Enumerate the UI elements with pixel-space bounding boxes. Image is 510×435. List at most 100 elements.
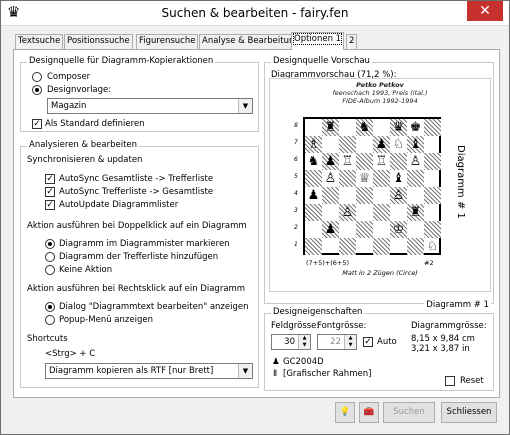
shortcut-select[interactable]: Diagramm kopieren als RTF [nur Brett] ▼ [45, 363, 253, 379]
auto-checkbox[interactable]: ✓ [363, 337, 373, 347]
chess-piece: ♜ [324, 120, 337, 135]
designquelle-group: Designquelle für Diagramm-Kopieraktionen… [20, 56, 259, 132]
fontgroesse-spinner[interactable]: 22 ▲ ▼ [317, 334, 357, 350]
chess-piece: ♔ [392, 222, 405, 237]
diagrammgroesse-label: Diagrammgrösse: [411, 321, 487, 331]
board-square [373, 221, 390, 238]
rank-label: 3 [294, 207, 298, 214]
rank-label: 7 [294, 139, 298, 146]
size-in: 3,21 x 3,87 in [411, 344, 470, 354]
autoupdate-checkbox[interactable]: ✓ [45, 200, 55, 210]
board-square [373, 170, 390, 187]
spinner-arrows-icon[interactable]: ▲ ▼ [298, 335, 310, 349]
window-title: Suchen & bearbeiten - fairy.fen [161, 6, 349, 20]
diagram-preview: Petko Petkov feenschach 1993, Preis (ita… [269, 78, 491, 292]
rank-label: 1 [294, 241, 298, 248]
board-square [424, 136, 441, 153]
board-square [356, 238, 373, 255]
title-bar: ♛ Suchen & bearbeiten - fairy.fen ✕ [1, 1, 509, 26]
board-square [373, 238, 390, 255]
close-button[interactable]: ✕ [467, 1, 503, 21]
shortcuts-heading: Shortcuts [27, 334, 68, 344]
board-square [390, 238, 407, 255]
analysieren-title: Analysieren & bearbeiten [27, 140, 140, 150]
chevron-down-icon: ▼ [238, 99, 252, 113]
tab-optionen-1[interactable]: Optionen 1 [291, 32, 345, 50]
right-heading: Aktion ausführen bei Rechtsklick auf ein… [27, 284, 246, 294]
board-square [305, 221, 322, 238]
board-square [373, 119, 390, 136]
dbl-opt2-label: Diagramm der Trefferliste hinzufügen [59, 252, 219, 262]
tab-figurensuche[interactable]: Figurensuche [136, 34, 199, 49]
sync-heading: Synchronisieren & updaten [27, 155, 143, 165]
board-square [424, 170, 441, 187]
dbl-opt3-radio[interactable] [45, 265, 55, 275]
template-select[interactable]: Magazin ▼ [47, 98, 253, 114]
tab-textsuche[interactable]: Textsuche [15, 34, 64, 49]
default-label: Als Standard definieren [45, 119, 145, 129]
analysieren-group: Analysieren & bearbeiten Synchronisieren… [20, 140, 259, 388]
board-square [322, 136, 339, 153]
board-square [390, 153, 407, 170]
board-square [356, 153, 373, 170]
dialog-window: ♛ Suchen & bearbeiten - fairy.fen ✕ Text… [0, 0, 510, 435]
board-square [356, 204, 373, 221]
reset-checkbox[interactable] [445, 376, 455, 386]
rank-label: 4 [294, 190, 298, 197]
board-square [373, 187, 390, 204]
chess-piece: ♘ [426, 239, 439, 254]
rank-label: 5 [294, 173, 298, 180]
close-dialog-button[interactable]: Schliessen [441, 402, 497, 423]
designvorlage-radio[interactable] [32, 85, 42, 95]
board-square [305, 238, 322, 255]
autosync2-checkbox[interactable]: ✓ [45, 187, 55, 197]
dbl-opt1-radio[interactable] [45, 239, 55, 249]
template-select-value: Magazin [51, 101, 87, 111]
board-square [339, 119, 356, 136]
chess-piece: ♖ [341, 154, 354, 169]
chess-piece: ♟ [324, 154, 337, 169]
chess-piece: ♝ [409, 137, 422, 152]
search-button[interactable]: Suchen [383, 402, 435, 423]
board-square [322, 204, 339, 221]
dbl-opt2-radio[interactable] [45, 252, 55, 262]
rank-label: 2 [294, 224, 298, 231]
board-square [356, 221, 373, 238]
toolbox-icon-button[interactable]: 🧰 [359, 402, 379, 423]
eigenschaften-title: Designeigenschaften [271, 307, 365, 317]
board-square [424, 119, 441, 136]
feldgroesse-label: Feldgrösse: [271, 321, 320, 331]
help-icon-button[interactable]: 💡 [335, 402, 355, 423]
right-opt1-radio[interactable] [45, 302, 55, 312]
board-square [305, 119, 322, 136]
board-square [407, 238, 424, 255]
tab-analyse-bearbeitung[interactable]: Analyse & Bearbeitung [199, 34, 303, 49]
spinner-arrows-icon[interactable]: ▲ ▼ [344, 335, 356, 349]
autosync1-checkbox[interactable]: ✓ [45, 174, 55, 184]
default-checkbox[interactable]: ✓ [32, 119, 42, 129]
dbl-heading: Aktion ausführen bei Doppelklick auf ein… [27, 221, 247, 231]
chess-piece: ♙ [341, 205, 354, 220]
dbl-opt1-label: Diagramm im Diagrammister markieren [59, 239, 230, 249]
preview-stipulation: Matt in 2 Zügen (Circe) [342, 269, 418, 277]
board-square [356, 136, 373, 153]
shortcut-key: <Strg> + C [45, 349, 96, 359]
right-opt2-radio[interactable] [45, 315, 55, 325]
feldgroesse-spinner[interactable]: 30 ▲ ▼ [271, 334, 311, 350]
right-opt2-label: Popup-Menü anzeigen [59, 315, 153, 325]
board-square [322, 187, 339, 204]
chess-piece: ♞ [307, 154, 320, 169]
tab-positionssuche[interactable]: Positionssuche [64, 34, 133, 49]
frame-name: [Grafischer Rahmen] [283, 369, 372, 379]
board-square [339, 221, 356, 238]
fontgroesse-label: Fontgrösse: [317, 321, 367, 331]
frame-icon: Ⅱ [273, 369, 278, 379]
preview-stipulation-mark: #2 [424, 259, 434, 267]
composer-radio[interactable] [32, 72, 42, 82]
board-square [356, 187, 373, 204]
chess-piece: ♟ [324, 222, 337, 237]
chess-piece: ♝ [392, 171, 405, 186]
vorschau-title: Designquelle Vorschau [271, 56, 372, 66]
tab-2[interactable]: 2 [346, 34, 358, 49]
board-square [424, 187, 441, 204]
